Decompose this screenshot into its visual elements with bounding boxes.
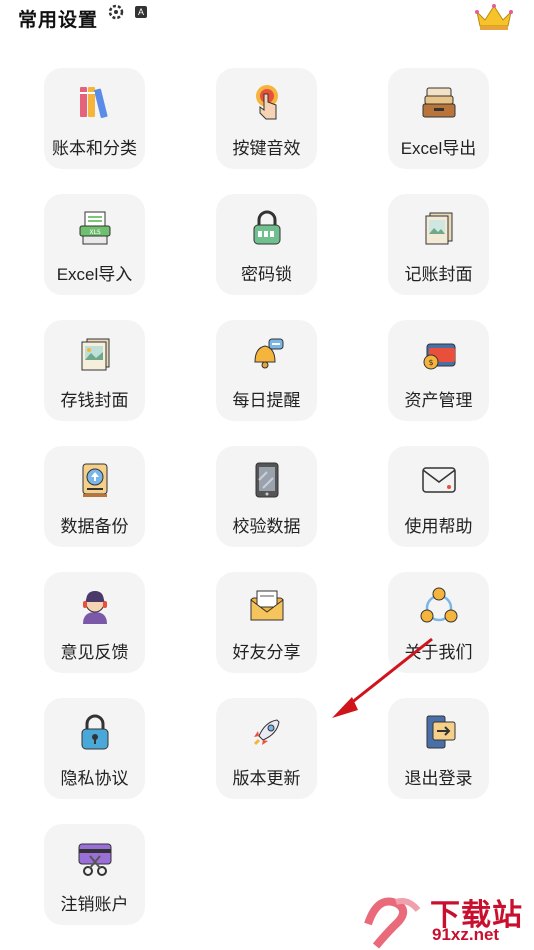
- books-icon: [79, 87, 108, 119]
- item-share-friends[interactable]: 好友分享: [216, 572, 317, 673]
- backup-box-icon: [82, 463, 107, 497]
- headset-agent-icon: [82, 591, 107, 624]
- watermark-url: 91xz.net: [432, 925, 500, 944]
- item-label: 意见反馈: [60, 643, 129, 662]
- svg-text:$: $: [428, 358, 433, 367]
- a-badge-icon: A: [135, 6, 147, 18]
- item-label: 密码锁: [241, 265, 292, 284]
- item-label: 使用帮助: [404, 517, 473, 536]
- mail-share-icon: [250, 590, 283, 621]
- item-excel-import[interactable]: XLS Excel导入: [44, 194, 145, 295]
- tablet-icon: [255, 462, 278, 498]
- page-title: 常用设置: [18, 10, 99, 31]
- item-verify-data[interactable]: 校验数据: [216, 446, 317, 547]
- item-label: 存钱封面: [60, 391, 129, 410]
- item-label: 好友分享: [232, 643, 301, 662]
- item-feedback[interactable]: 意见反馈: [44, 572, 145, 673]
- item-help[interactable]: 使用帮助: [388, 446, 489, 547]
- card-scissors-icon: [78, 843, 111, 876]
- item-data-backup[interactable]: 数据备份: [44, 446, 145, 547]
- item-logout[interactable]: 退出登录: [388, 698, 489, 799]
- item-label: 按键音效: [232, 139, 301, 158]
- item-label: 退出登录: [404, 769, 473, 788]
- crown-icon[interactable]: [474, 2, 514, 32]
- tap-finger-icon: [255, 85, 278, 120]
- item-version-update[interactable]: 版本更新: [216, 698, 317, 799]
- picture-frame-icon: [425, 212, 452, 245]
- logout-screen-icon: [426, 715, 455, 749]
- photo-card-icon: [81, 338, 109, 371]
- item-delete-account[interactable]: 注销账户: [44, 824, 145, 925]
- item-privacy[interactable]: 隐私协议: [44, 698, 145, 799]
- top-bar: 常用设置 A: [0, 0, 534, 36]
- item-label: 每日提醒: [232, 391, 301, 410]
- item-label: 数据备份: [60, 517, 129, 536]
- xls-printer-icon: XLS: [79, 211, 110, 245]
- item-label: 关于我们: [404, 643, 473, 662]
- item-label: 记账封面: [404, 265, 473, 284]
- item-ledger-cover[interactable]: 记账封面: [388, 194, 489, 295]
- network-circle-icon: [420, 587, 457, 623]
- bell-message-icon: [253, 338, 283, 369]
- envelope-icon: [421, 467, 456, 493]
- item-asset-management[interactable]: $ 资产管理: [388, 320, 489, 421]
- item-label: 版本更新: [232, 769, 301, 788]
- item-label: 资产管理: [404, 391, 473, 410]
- gear-icon: [108, 4, 124, 20]
- item-label: 校验数据: [232, 517, 301, 536]
- padlock-keypad-icon: [253, 210, 280, 245]
- item-saving-cover[interactable]: 存钱封面: [44, 320, 145, 421]
- svg-text:XLS: XLS: [89, 229, 100, 236]
- item-label: 注销账户: [60, 895, 129, 914]
- rocket-icon: [253, 719, 280, 746]
- item-label: Excel导入: [56, 265, 133, 284]
- item-label: 账本和分类: [52, 139, 137, 158]
- drawer-export-icon: [422, 87, 455, 118]
- item-about-us[interactable]: 关于我们: [388, 572, 489, 673]
- item-ledger-category[interactable]: 账本和分类: [44, 68, 145, 169]
- lock-icon: [81, 714, 108, 750]
- item-label: 隐私协议: [60, 769, 129, 788]
- item-key-sound[interactable]: 按键音效: [216, 68, 317, 169]
- wallet-coin-icon: $: [423, 343, 455, 370]
- item-daily-reminder[interactable]: 每日提醒: [216, 320, 317, 421]
- item-label: Excel导出: [400, 139, 477, 158]
- item-password-lock[interactable]: 密码锁: [216, 194, 317, 295]
- item-excel-export[interactable]: Excel导出: [388, 68, 489, 169]
